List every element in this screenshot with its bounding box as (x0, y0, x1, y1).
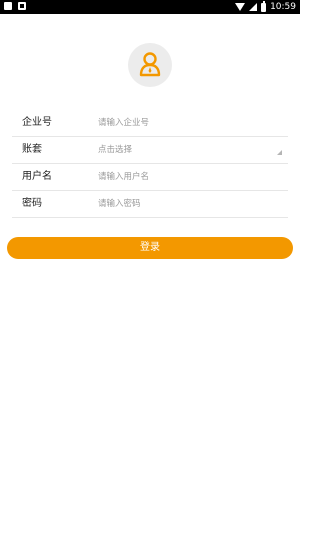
company-input[interactable] (98, 113, 268, 133)
username-input[interactable] (98, 167, 268, 187)
password-row: 密码 (12, 191, 288, 218)
wifi-icon (235, 3, 246, 11)
status-time: 10:59 (270, 2, 296, 12)
avatar (128, 43, 172, 87)
dropdown-arrow-icon (277, 150, 282, 155)
signal-icon (249, 3, 258, 11)
status-indicators: 10:59 (235, 1, 296, 13)
battery-icon (261, 1, 267, 12)
account-set-select[interactable]: 点击选择 (98, 144, 132, 156)
login-screen: 10:59 企业号 账套 点击选择 用户名 密码 登录 (0, 0, 300, 533)
password-input[interactable] (98, 194, 268, 214)
status-notifications (4, 2, 26, 10)
square-icon (4, 2, 12, 10)
status-bar: 10:59 (0, 0, 300, 14)
username-row: 用户名 (12, 164, 288, 191)
login-form: 企业号 账套 点击选择 用户名 密码 (12, 110, 288, 218)
user-avatar-icon (139, 52, 161, 77)
login-button[interactable]: 登录 (7, 237, 293, 259)
account-set-label: 账套 (22, 144, 42, 155)
account-set-row[interactable]: 账套 点击选择 (12, 137, 288, 164)
company-label: 企业号 (22, 117, 52, 128)
download-icon (18, 2, 26, 10)
company-row: 企业号 (12, 110, 288, 137)
username-label: 用户名 (22, 171, 52, 182)
password-label: 密码 (22, 198, 42, 209)
